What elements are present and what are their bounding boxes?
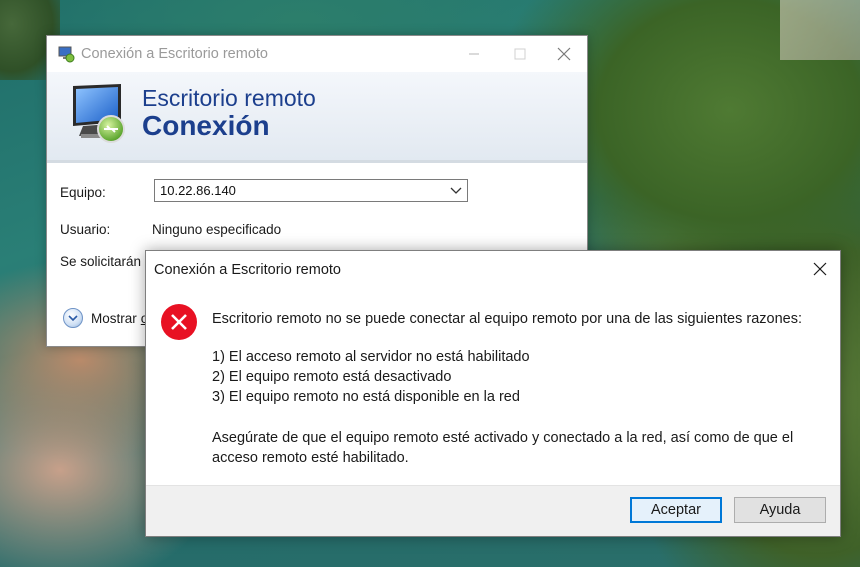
minimize-icon (469, 53, 479, 55)
close-icon (557, 47, 571, 61)
error-dialog: Conexión a Escritorio remoto Escritorio … (145, 250, 841, 537)
background-dock (780, 0, 860, 60)
show-options[interactable]: Mostrar o (63, 308, 148, 328)
accept-button[interactable]: Aceptar (630, 497, 722, 523)
close-icon (813, 262, 827, 276)
minimize-button[interactable] (451, 36, 497, 72)
usuario-value: Ninguno especificado (152, 222, 282, 237)
dialog-title: Conexión a Escritorio remoto (154, 262, 341, 278)
reason-item: 2) El equipo remoto está desactivado (212, 369, 452, 385)
maximize-button[interactable] (497, 36, 543, 72)
maximize-icon (514, 48, 526, 60)
usuario-label: Usuario: (60, 222, 111, 237)
advice-line-1: Asegúrate de que el equipo remoto esté a… (212, 430, 794, 446)
help-button[interactable]: Ayuda (734, 497, 826, 523)
reason-item: 3) El equipo remoto no está disponible e… (212, 389, 520, 405)
rdp-banner: Escritorio remoto Conexión (47, 72, 587, 163)
rdp-titlebar[interactable]: Conexión a Escritorio remoto (47, 36, 587, 72)
monitor-icon (73, 84, 125, 143)
dialog-close-button[interactable] (800, 251, 840, 287)
show-options-label: Mostrar (91, 310, 137, 326)
credentials-label: Se solicitarán (60, 254, 142, 269)
app-icon (58, 46, 75, 63)
error-message: Escritorio remoto no se puede conectar a… (212, 311, 803, 327)
banner-title-line1: Escritorio remoto (142, 85, 316, 111)
equipo-label: Equipo: (60, 185, 106, 200)
error-icon (161, 304, 197, 340)
expand-options-icon[interactable] (63, 308, 83, 328)
chevron-down-icon[interactable] (449, 183, 463, 197)
dialog-footer: Aceptar Ayuda (146, 485, 840, 536)
advice-line-2: acceso remoto esté habilitado. (212, 450, 409, 466)
reason-item: 1) El acceso remoto al servidor no está … (212, 349, 530, 365)
window-title: Conexión a Escritorio remoto (81, 46, 268, 62)
equipo-value: 10.22.86.140 (160, 183, 236, 198)
equipo-combobox[interactable]: 10.22.86.140 (154, 179, 468, 202)
banner-title-line2: Conexión (142, 110, 270, 141)
close-button[interactable] (541, 36, 587, 72)
